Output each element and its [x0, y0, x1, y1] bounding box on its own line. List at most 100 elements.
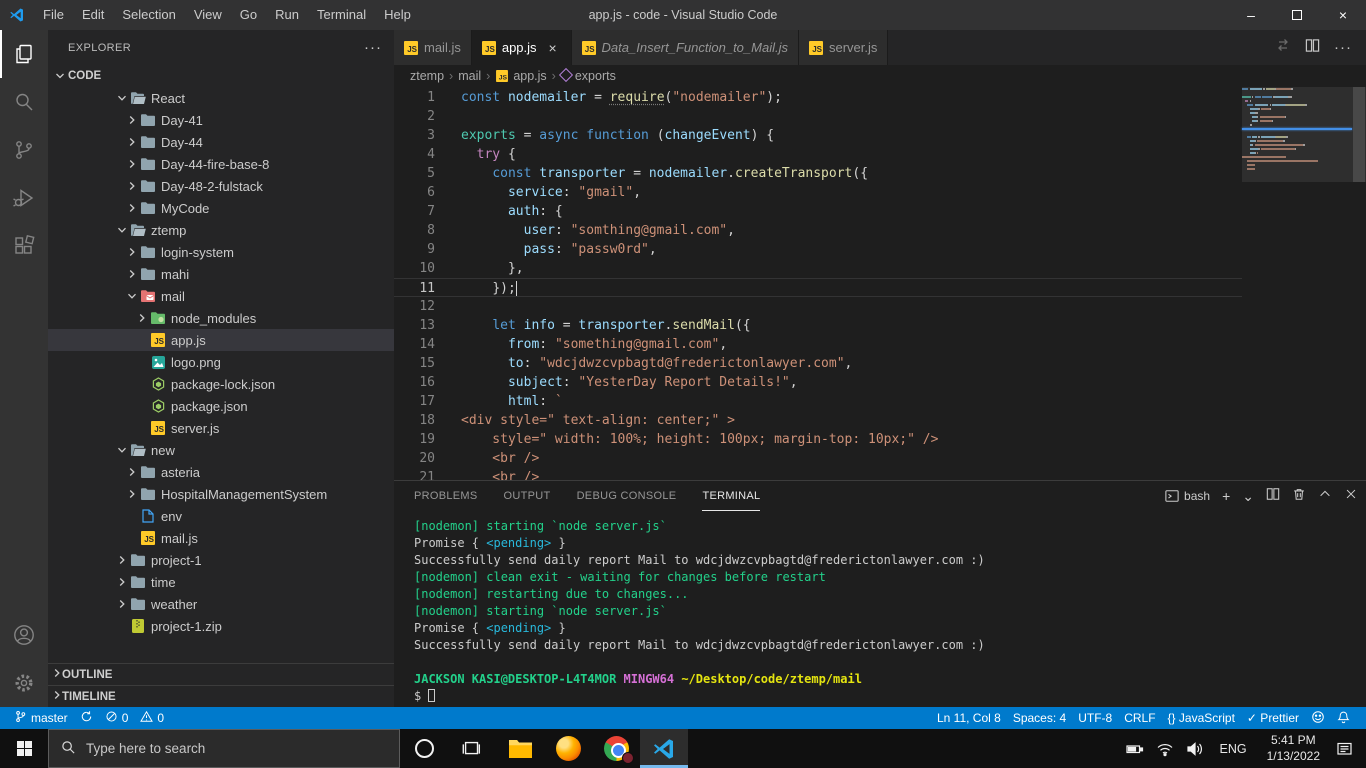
- code-line-15[interactable]: 15 to: "wdcjdwzcvpbagtd@frederictonlawye…: [394, 354, 1242, 373]
- language-indicator[interactable]: ENG: [1212, 742, 1255, 756]
- line-number[interactable]: 1: [394, 88, 461, 107]
- line-number[interactable]: 3: [394, 126, 461, 145]
- status-crlf[interactable]: CRLF: [1118, 707, 1161, 729]
- code-line-10[interactable]: 10 },: [394, 259, 1242, 278]
- battery-icon[interactable]: [1122, 741, 1148, 757]
- line-number[interactable]: 5: [394, 164, 461, 183]
- tree-folder-asteria[interactable]: asteria: [48, 461, 394, 483]
- start-button[interactable]: [0, 729, 48, 768]
- menu-item-terminal[interactable]: Terminal: [308, 0, 375, 30]
- file-explorer-button[interactable]: [496, 729, 544, 768]
- run-and-debug-icon[interactable]: [0, 174, 48, 222]
- line-number[interactable]: 18: [394, 411, 461, 430]
- vscode-taskbar-button[interactable]: [640, 729, 688, 768]
- code-line-1[interactable]: 1const nodemailer = require("nodemailer"…: [394, 88, 1242, 107]
- close-button[interactable]: ×: [1320, 0, 1366, 30]
- status-bell[interactable]: [1331, 707, 1356, 729]
- line-number[interactable]: 12: [394, 297, 461, 316]
- tree-file-app.js[interactable]: JSapp.js: [48, 329, 394, 351]
- wifi-icon[interactable]: [1152, 741, 1178, 757]
- panel-tab-problems[interactable]: PROBLEMS: [414, 481, 478, 511]
- line-number[interactable]: 13: [394, 316, 461, 335]
- status--javascript[interactable]: {} JavaScript: [1162, 707, 1241, 729]
- code-line-14[interactable]: 14 from: "something@gmail.com",: [394, 335, 1242, 354]
- tree-file-mail.js[interactable]: JSmail.js: [48, 527, 394, 549]
- search-icon[interactable]: [0, 78, 48, 126]
- tree-folder-day-44[interactable]: Day-44: [48, 131, 394, 153]
- code-line-11[interactable]: 11 });: [394, 278, 1242, 297]
- status-master[interactable]: master: [8, 707, 74, 729]
- accounts-icon[interactable]: [0, 611, 48, 659]
- tree-folder-mahi[interactable]: mahi: [48, 263, 394, 285]
- breadcrumb-item-mail[interactable]: mail: [458, 69, 481, 83]
- terminal-shell-selector[interactable]: bash: [1165, 489, 1210, 503]
- line-number[interactable]: 7: [394, 202, 461, 221]
- editor-scrollbar[interactable]: [1352, 87, 1366, 480]
- terminal-dropdown-icon[interactable]: ⌄: [1242, 488, 1254, 505]
- editor-more-actions-icon[interactable]: ···: [1334, 39, 1352, 56]
- menu-item-edit[interactable]: Edit: [73, 0, 113, 30]
- tree-file-package-lock.json[interactable]: package-lock.json: [48, 373, 394, 395]
- tree-file-server.js[interactable]: JSserver.js: [48, 417, 394, 439]
- code-line-9[interactable]: 9 pass: "passw0rd",: [394, 240, 1242, 259]
- line-number[interactable]: 14: [394, 335, 461, 354]
- breadcrumb-item-app.js[interactable]: JSapp.js: [495, 69, 546, 83]
- tree-folder-day-44-fire-base-8[interactable]: Day-44-fire-base-8: [48, 153, 394, 175]
- panel-tab-output[interactable]: OUTPUT: [504, 481, 551, 511]
- tree-file-package.json[interactable]: package.json: [48, 395, 394, 417]
- line-number[interactable]: 11: [394, 279, 461, 296]
- tree-folder-project-1[interactable]: project-1: [48, 549, 394, 571]
- line-number[interactable]: 17: [394, 392, 461, 411]
- code-line-6[interactable]: 6 service: "gmail",: [394, 183, 1242, 202]
- line-number[interactable]: 9: [394, 240, 461, 259]
- menu-item-help[interactable]: Help: [375, 0, 420, 30]
- chrome-button[interactable]: [592, 729, 640, 768]
- split-editor-icon[interactable]: [1305, 38, 1320, 58]
- code-line-16[interactable]: 16 subject: "YesterDay Report Details!",: [394, 373, 1242, 392]
- code-line-19[interactable]: 19 style=" width: 100%; height: 100px; m…: [394, 430, 1242, 449]
- code-line-7[interactable]: 7 auth: {: [394, 202, 1242, 221]
- tab-app.js[interactable]: JSapp.js×: [472, 30, 572, 65]
- task-view-button[interactable]: [448, 729, 496, 768]
- settings-icon[interactable]: [0, 659, 48, 707]
- volume-icon[interactable]: [1182, 741, 1208, 757]
- maximize-panel-icon[interactable]: [1318, 487, 1332, 506]
- panel-tab-terminal[interactable]: TERMINAL: [702, 481, 760, 511]
- breadcrumb-item-exports[interactable]: exports: [561, 69, 616, 83]
- tree-file-env[interactable]: env: [48, 505, 394, 527]
- line-number[interactable]: 6: [394, 183, 461, 202]
- tab-mail.js[interactable]: JSmail.js: [394, 30, 472, 65]
- tree-folder-weather[interactable]: weather: [48, 593, 394, 615]
- minimap[interactable]: [1242, 87, 1352, 480]
- code-line-4[interactable]: 4 try {: [394, 145, 1242, 164]
- breadcrumb-item-ztemp[interactable]: ztemp: [410, 69, 444, 83]
- tree-folder-day-41[interactable]: Day-41: [48, 109, 394, 131]
- tree-folder-mail[interactable]: mail: [48, 285, 394, 307]
- split-terminal-icon[interactable]: [1266, 487, 1280, 506]
- maximize-button[interactable]: [1274, 0, 1320, 30]
- menu-item-selection[interactable]: Selection: [113, 0, 184, 30]
- line-number[interactable]: 2: [394, 107, 461, 126]
- open-changes-icon[interactable]: [1275, 37, 1291, 58]
- code-line-2[interactable]: 2: [394, 107, 1242, 126]
- section-header-code[interactable]: CODE: [48, 65, 394, 87]
- source-control-icon[interactable]: [0, 126, 48, 174]
- line-number[interactable]: 19: [394, 430, 461, 449]
- panel-tab-debug-console[interactable]: DEBUG CONSOLE: [577, 481, 677, 511]
- code-line-12[interactable]: 12: [394, 297, 1242, 316]
- tree-folder-node_modules[interactable]: node_modules: [48, 307, 394, 329]
- tab-data_insert_function_to_mail.js[interactable]: JSData_Insert_Function_to_Mail.js: [572, 30, 799, 65]
- cortana-button[interactable]: [400, 729, 448, 768]
- explorer-more-actions-icon[interactable]: ···: [364, 39, 382, 56]
- status--prettier[interactable]: ✓ Prettier: [1241, 707, 1305, 729]
- tree-folder-login-system[interactable]: login-system: [48, 241, 394, 263]
- status-ln-11-col-8[interactable]: Ln 11, Col 8: [931, 707, 1007, 729]
- line-number[interactable]: 10: [394, 259, 461, 278]
- line-number[interactable]: 15: [394, 354, 461, 373]
- clock[interactable]: 5:41 PM 1/13/2022: [1259, 733, 1328, 764]
- tree-file-logo.png[interactable]: logo.png: [48, 351, 394, 373]
- status-feedback[interactable]: [1305, 707, 1331, 729]
- tree-folder-react[interactable]: React: [48, 87, 394, 109]
- line-number[interactable]: 20: [394, 449, 461, 468]
- explorer-icon[interactable]: [0, 30, 48, 78]
